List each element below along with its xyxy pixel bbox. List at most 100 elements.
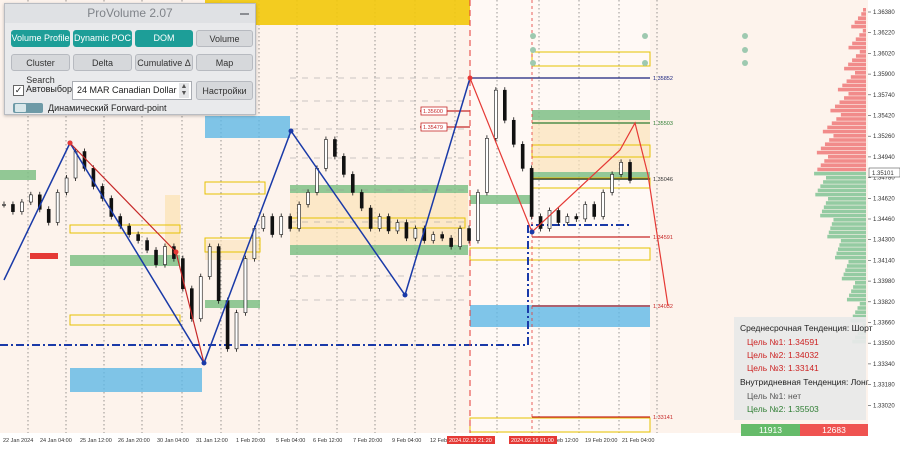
candle-body	[145, 240, 149, 251]
candle-body	[467, 228, 471, 241]
dynamic-poc-button[interactable]: Dynamic POC	[73, 30, 132, 47]
candle-body	[386, 216, 391, 232]
candle-body	[449, 237, 453, 247]
y-tick-label: 1.33820	[873, 300, 895, 306]
y-tick-label: 1.33340	[873, 362, 895, 368]
volume-profile-bar	[844, 66, 866, 71]
candle-body	[207, 246, 212, 277]
volume-profile-bar	[841, 276, 866, 281]
marker-dot	[742, 33, 748, 39]
buy-volume-bar: 11913	[741, 424, 800, 436]
x-tick-label: 5 Feb 04:00	[276, 438, 305, 444]
volume-profile-bar	[817, 167, 866, 172]
candle-body	[73, 151, 78, 179]
volume-profile-button[interactable]: Volume Profile	[11, 30, 70, 47]
volume-profile-bar	[820, 213, 866, 218]
auto-select-checkbox[interactable]: ✓	[13, 85, 24, 96]
candle-body	[11, 204, 15, 212]
candle-body	[154, 249, 158, 265]
volume-profile-bar	[862, 29, 866, 33]
candle-body	[306, 192, 310, 205]
intra-target-2: Цель №2: 1.35503	[747, 404, 819, 414]
intra-target-1: Цель №1: нет	[747, 391, 802, 401]
volume-profile-bar	[839, 243, 866, 247]
volume-profile-bar	[842, 83, 866, 88]
volume-profile-bar	[846, 297, 866, 302]
candle-body	[198, 276, 203, 320]
cumulative-delta-button[interactable]: Cumulative Δ	[135, 54, 193, 71]
price-level-label: 1.35479	[423, 125, 443, 131]
volume-profile-bar	[844, 96, 866, 100]
x-tick-label: 2024.02.13 21:20	[449, 438, 492, 444]
mid-target-3: Цель №3: 1.33141	[747, 363, 819, 373]
marker-dot	[530, 33, 536, 39]
volume-profile-bar	[816, 150, 866, 155]
candle-body	[20, 201, 24, 212]
y-tick-label: 1.33660	[873, 321, 895, 327]
volume-profile-bar	[840, 239, 866, 243]
candle-body	[261, 216, 266, 229]
volume-profile-bar	[845, 268, 866, 272]
mid-target-2: Цель №2: 1.34032	[747, 350, 819, 360]
candle-body	[324, 139, 328, 169]
candle-body	[368, 207, 373, 229]
marker-dot	[530, 47, 536, 53]
volume-profile-bar	[850, 75, 866, 79]
volume-profile-bar	[848, 62, 866, 67]
y-tick-label: 1.36380	[873, 10, 895, 16]
delta-button[interactable]: Delta	[73, 54, 132, 71]
volume-profile-bar	[855, 71, 866, 75]
candle-body	[592, 204, 597, 217]
volume-profile-bar	[848, 92, 866, 96]
volume-profile-bar	[848, 260, 866, 264]
y-tick-label: 1.34460	[873, 217, 895, 223]
x-tick-label: 26 Jan 20:00	[118, 438, 150, 444]
x-tick-label: 31 Jan 12:00	[196, 438, 228, 444]
cluster-search-button[interactable]: Cluster Search	[11, 54, 70, 85]
candle-body	[574, 216, 579, 220]
panel-title: ProVolume 2.07	[5, 4, 255, 23]
candle-body	[583, 204, 588, 220]
blue-zone-2	[70, 368, 202, 392]
candle-body	[64, 177, 69, 193]
green-zone-8	[205, 300, 260, 308]
y-tick-label: 1.35420	[873, 114, 895, 120]
auto-select-label: Автовыбор	[26, 84, 73, 94]
x-tick-label: 22 Jan 2024	[3, 438, 33, 444]
volume-profile-bar	[863, 8, 866, 12]
candle-body	[342, 156, 346, 175]
toggle-knob	[15, 104, 26, 112]
volume-profile-bar	[825, 201, 866, 205]
x-tick-label: 1 Feb 20:00	[236, 438, 265, 444]
candle-body	[556, 210, 561, 223]
volume-profile-bar	[823, 180, 866, 184]
candle-body	[547, 210, 552, 229]
instrument-select[interactable]: 24 MAR Canadian Dollar ▲ ▼	[72, 81, 192, 100]
volume-profile-bar	[815, 192, 866, 197]
forward-point-toggle[interactable]	[13, 103, 43, 113]
current-price-label: 1.35101	[872, 171, 894, 177]
volume-profile-bar	[846, 79, 866, 83]
pivot-point-red	[467, 75, 473, 81]
volume-profile-bar	[839, 100, 866, 104]
volume-profile-bar	[859, 302, 866, 306]
minimize-icon[interactable]	[240, 13, 249, 15]
trend-info-panel: Среднесрочная Тенденция: Шорт Цель №1: 1…	[734, 317, 873, 420]
settings-button[interactable]: Настройки	[196, 81, 253, 100]
candle-body	[485, 138, 489, 193]
volume-button[interactable]: Volume	[196, 30, 253, 47]
volume-profile-bar	[836, 117, 866, 121]
candle-body	[359, 192, 364, 209]
y-tick-label: 1.33180	[873, 383, 895, 389]
volume-profile-bar	[859, 33, 866, 37]
candle-body	[234, 312, 239, 350]
candle-body	[225, 300, 230, 350]
map-button[interactable]: Map	[196, 54, 253, 71]
candle-body	[529, 168, 534, 217]
marker-dot	[642, 60, 648, 66]
candle-body	[628, 162, 632, 181]
volume-profile-bar	[840, 113, 866, 117]
volume-profile-bar	[829, 138, 866, 142]
dom-button[interactable]: DOM	[135, 30, 193, 47]
marker-dot	[742, 47, 748, 53]
